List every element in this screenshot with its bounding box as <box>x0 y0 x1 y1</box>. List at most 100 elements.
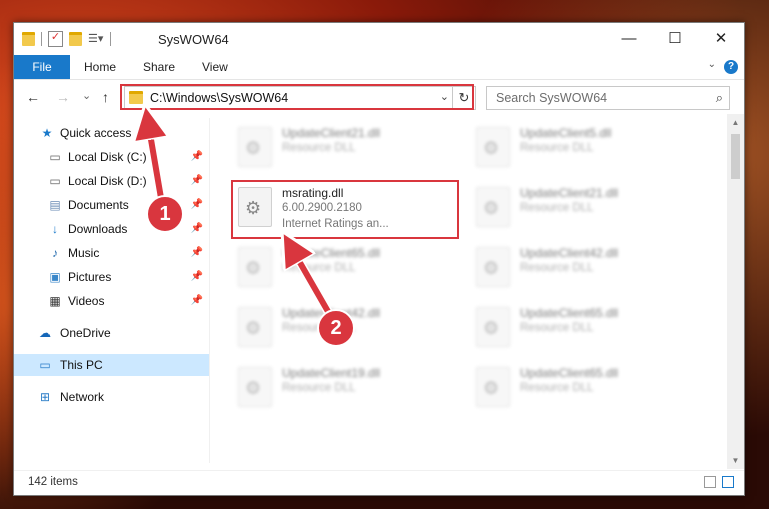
sidebar-item-quick-access[interactable]: ★ Quick access <box>14 122 209 144</box>
file-description: Resource DLL <box>520 322 594 334</box>
sidebar-item-music[interactable]: ♪ Music 📌 <box>14 242 209 264</box>
network-icon: ⊞ <box>39 390 51 404</box>
sidebar-item-label: Local Disk (D:) <box>68 174 147 188</box>
maximize-button[interactable]: ☐ <box>652 23 698 55</box>
help-icon[interactable]: ? <box>724 60 738 74</box>
file-item[interactable]: UpdateClient65.dll Resource DLL <box>468 362 688 410</box>
file-item[interactable]: UpdateClient5.dll Resource DLL <box>468 122 688 170</box>
drive-icon: ▭ <box>49 174 61 188</box>
file-list: UpdateClient21.dll Resource DLL UpdateCl… <box>210 114 724 469</box>
pin-icon[interactable]: 📌 <box>191 266 203 288</box>
sidebar-item-pictures[interactable]: ▣ Pictures 📌 <box>14 266 209 288</box>
file-name: UpdateClient65.dll <box>282 246 381 260</box>
pin-icon[interactable]: 📌 <box>191 194 203 216</box>
dll-file-icon <box>476 187 510 227</box>
file-description: Resource DLL <box>282 262 356 274</box>
properties-icon[interactable]: ✓ <box>48 31 63 47</box>
download-icon: ↓ <box>52 222 58 236</box>
file-description: Resource DLL <box>520 142 594 154</box>
dll-file-icon <box>238 247 272 287</box>
new-folder-icon[interactable] <box>69 32 82 46</box>
sidebar-item-label: Videos <box>68 294 105 308</box>
file-item[interactable]: UpdateClient21.dll Resource DLL <box>230 122 450 170</box>
divider <box>110 32 111 46</box>
status-bar: 142 items <box>14 470 744 495</box>
scroll-down-icon[interactable]: ▼ <box>727 452 744 469</box>
file-description: Resource DLL <box>520 202 594 214</box>
file-item[interactable]: UpdateClient19.dll Resource DLL <box>230 362 450 410</box>
drive-icon: ▭ <box>49 150 61 164</box>
sidebar-item-label: This PC <box>60 358 103 372</box>
file-name: UpdateClient42.dll <box>520 246 619 260</box>
sidebar-item-label: Quick access <box>60 126 132 140</box>
close-button[interactable]: ✕ <box>698 23 744 55</box>
window-title: SysWOW64 <box>158 32 229 47</box>
computer-icon: ▭ <box>39 358 51 372</box>
folder-icon[interactable] <box>22 32 35 46</box>
large-icons-view-icon[interactable] <box>722 476 734 488</box>
file-item[interactable]: UpdateClient65.dll Resource DLL <box>230 242 450 290</box>
pin-icon[interactable]: 📌 <box>191 290 203 312</box>
tab-home[interactable]: Home <box>84 55 116 79</box>
callout-1: 1 <box>146 195 184 233</box>
file-description: Resource DLL <box>282 382 356 394</box>
file-description: Resource DLL <box>520 382 594 394</box>
pin-icon[interactable]: 📌 <box>191 218 203 240</box>
tab-share[interactable]: Share <box>143 55 175 79</box>
file-item[interactable]: UpdateClient42.dll Resource DLL <box>468 242 688 290</box>
sidebar-item-label: Documents <box>68 198 129 212</box>
search-input[interactable]: Search SysWOW64 <box>496 91 607 105</box>
back-icon[interactable]: ← <box>26 89 40 105</box>
videos-icon: ▦ <box>49 294 61 308</box>
file-item[interactable]: UpdateClient65.dll Resource DLL <box>468 302 688 350</box>
sidebar-item-local-disk-d[interactable]: ▭ Local Disk (D:) 📌 <box>14 170 209 192</box>
forward-icon[interactable]: → <box>56 89 70 105</box>
customize-toolbar-icon[interactable]: ☰▾ <box>88 32 104 46</box>
scrollbar-thumb[interactable] <box>731 134 740 179</box>
item-count: 142 items <box>28 476 78 488</box>
search-icon[interactable]: ⌕ <box>716 90 723 106</box>
sidebar-item-network[interactable]: ⊞ Network <box>14 386 209 408</box>
navigation-pane: ★ Quick access ▭ Local Disk (C:) 📌 ▭ Loc… <box>14 118 209 463</box>
minimize-button[interactable]: — <box>606 23 652 55</box>
dll-file-icon <box>238 307 272 347</box>
file-item[interactable]: UpdateClient21.dll Resource DLL <box>468 182 688 230</box>
title-bar: ✓ ☰▾ SysWOW64 — ☐ ✕ <box>14 23 744 55</box>
music-icon: ♪ <box>52 246 58 260</box>
callout-2: 2 <box>317 309 355 347</box>
file-name: UpdateClient5.dll <box>520 126 612 140</box>
quick-access-toolbar: ✓ ☰▾ <box>22 31 111 47</box>
sidebar-item-local-disk-c[interactable]: ▭ Local Disk (C:) 📌 <box>14 146 209 168</box>
up-icon[interactable]: ↑ <box>102 89 109 105</box>
dll-file-icon <box>476 247 510 287</box>
pictures-icon: ▣ <box>49 270 61 284</box>
dll-file-icon <box>476 367 510 407</box>
pin-icon[interactable]: 📌 <box>191 170 203 192</box>
pin-icon[interactable]: 📌 <box>191 242 203 264</box>
sidebar-item-this-pc[interactable]: ▭ This PC <box>14 354 209 376</box>
scroll-up-icon[interactable]: ▲ <box>727 114 744 131</box>
chevron-down-icon[interactable]: ⌄ <box>708 59 716 70</box>
sidebar-item-label: Music <box>68 246 100 260</box>
search-box[interactable]: Search SysWOW64 ⌕ <box>486 86 730 110</box>
sidebar-item-videos[interactable]: ▦ Videos 📌 <box>14 290 209 312</box>
tab-view[interactable]: View <box>202 55 228 79</box>
file-highlight-box <box>231 180 459 239</box>
details-view-icon[interactable] <box>704 476 716 488</box>
file-description: Resource DLL <box>520 262 594 274</box>
cloud-icon: ☁ <box>39 326 51 340</box>
divider <box>41 32 42 46</box>
recent-locations-icon[interactable]: ⌄ <box>82 89 91 102</box>
dll-file-icon <box>476 307 510 347</box>
sidebar-item-label: Network <box>60 390 105 404</box>
file-name: UpdateClient21.dll <box>282 126 381 140</box>
tab-file[interactable]: File <box>14 55 70 79</box>
file-name: UpdateClient65.dll <box>520 306 619 320</box>
file-name: UpdateClient19.dll <box>282 366 381 380</box>
address-highlight-box <box>120 84 474 110</box>
pin-icon[interactable]: 📌 <box>191 146 203 168</box>
vertical-scrollbar[interactable]: ▲ ▼ <box>727 114 744 469</box>
file-description: Resource DLL <box>282 142 356 154</box>
sidebar-item-label: OneDrive <box>60 326 111 340</box>
sidebar-item-onedrive[interactable]: ☁ OneDrive <box>14 322 209 344</box>
